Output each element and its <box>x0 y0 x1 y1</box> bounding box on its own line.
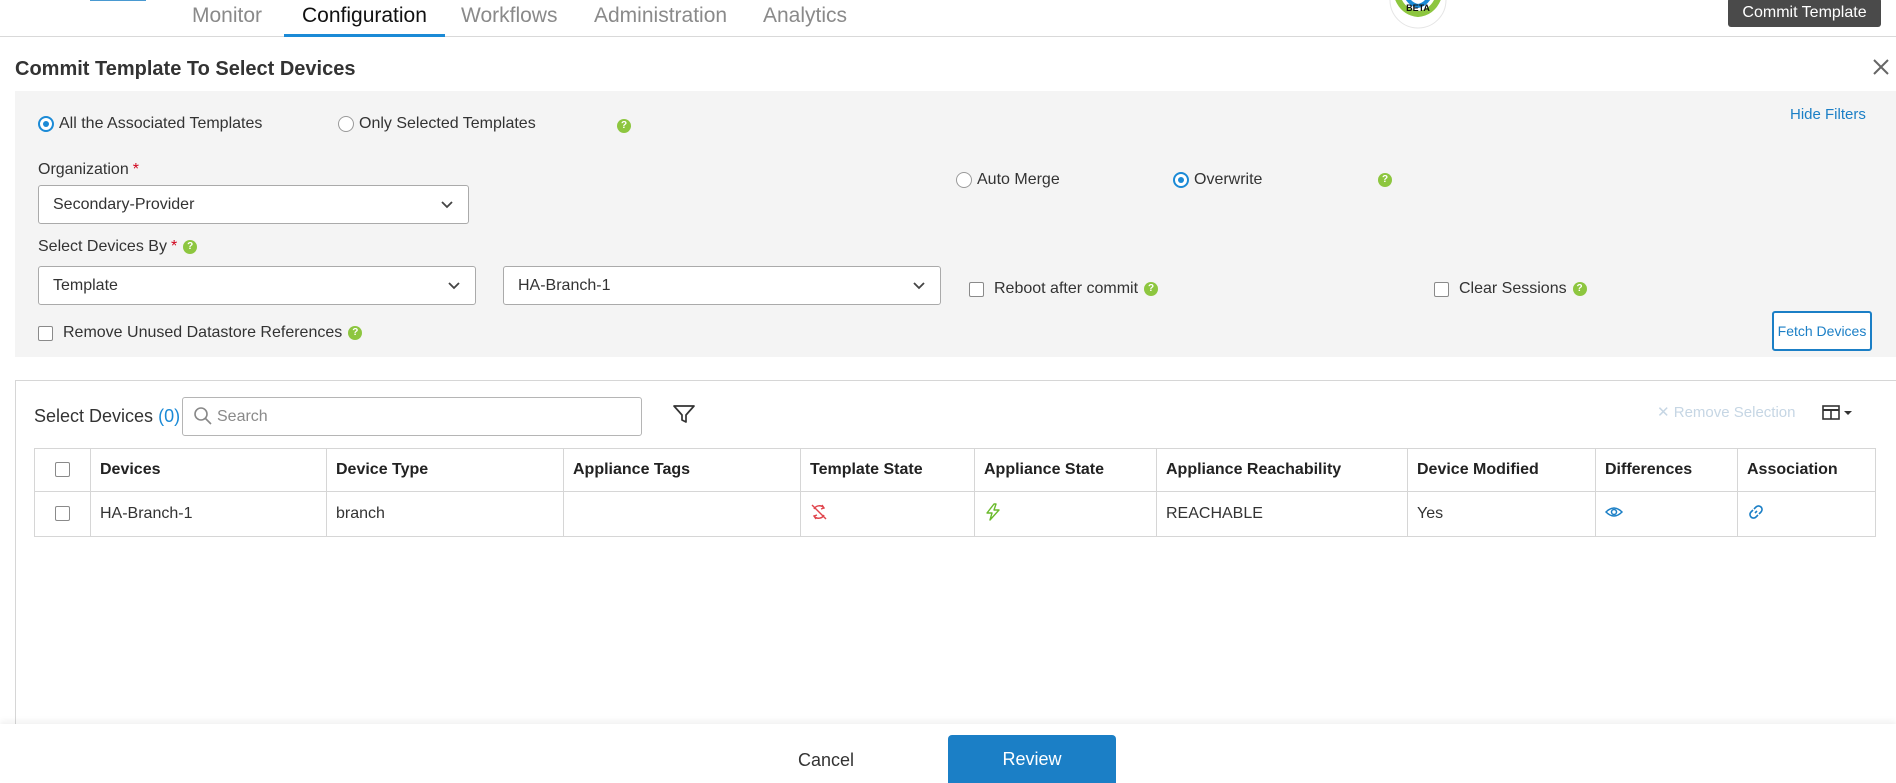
radio-dot[interactable] <box>1173 172 1189 188</box>
beta-label: BETA <box>1406 3 1430 13</box>
tab-administration[interactable]: Administration <box>594 3 727 37</box>
radio-dot[interactable] <box>956 172 972 188</box>
radio-label: Overwrite <box>1194 171 1263 188</box>
help-icon[interactable]: ? <box>1572 282 1587 296</box>
filter-panel <box>15 91 1896 357</box>
filter-icon[interactable] <box>672 403 696 425</box>
cancel-button[interactable]: Cancel <box>780 746 872 774</box>
tab-configuration[interactable]: Configuration <box>284 3 445 37</box>
select-devices-title: Select Devices (0) <box>34 406 181 426</box>
tab-workflows[interactable]: Workflows <box>461 3 557 37</box>
top-navigation: Monitor Configuration Workflows Administ… <box>0 0 1896 37</box>
search-icon <box>194 407 212 425</box>
checkbox-box[interactable] <box>38 325 53 341</box>
search-placeholder: Search <box>217 408 268 425</box>
device-type-cell: branch <box>326 491 564 537</box>
link-icon[interactable] <box>1747 503 1765 521</box>
checkbox-box[interactable] <box>969 281 984 297</box>
selected-count: (0) <box>158 406 181 426</box>
column-header-association[interactable]: Association <box>1737 448 1876 492</box>
devices-table: Devices Device Type Appliance Tags Templ… <box>34 448 1876 537</box>
column-header-device-modified[interactable]: Device Modified <box>1407 448 1596 492</box>
column-header-devices[interactable]: Devices <box>90 448 327 492</box>
help-icon[interactable]: ? <box>348 326 363 340</box>
reachability-cell: REACHABLE <box>1156 491 1408 537</box>
radio-dot[interactable] <box>38 116 54 132</box>
search-input[interactable]: Search <box>182 397 642 436</box>
fetch-devices-button[interactable]: Fetch Devices <box>1772 311 1872 351</box>
checkbox-label: Remove Unused Datastore References <box>63 324 343 341</box>
device-name-cell: HA-Branch-1 <box>90 491 327 537</box>
chevron-down-icon <box>448 282 460 290</box>
organization-value: Secondary-Provider <box>53 196 195 213</box>
column-toggle-icon[interactable] <box>1822 403 1854 423</box>
commit-template-button[interactable]: Commit Template <box>1728 0 1881 27</box>
table-row[interactable]: HA-Branch-1 branch REACHABLE Yes <box>34 491 1876 537</box>
radio-auto-merge[interactable]: Auto Merge <box>956 171 1060 189</box>
radio-only-selected-templates[interactable]: Only Selected Templates <box>338 115 536 133</box>
radio-dot[interactable] <box>338 116 354 132</box>
table-header-row: Devices Device Type Appliance Tags Templ… <box>34 448 1876 492</box>
column-header-appliance-state[interactable]: Appliance State <box>974 448 1157 492</box>
association-cell <box>1737 491 1876 537</box>
radio-label: Only Selected Templates <box>359 115 536 132</box>
close-icon[interactable] <box>1870 56 1892 78</box>
row-select-cell <box>34 491 91 537</box>
column-header-differences[interactable]: Differences <box>1595 448 1738 492</box>
select-devices-by-select[interactable]: Template <box>38 266 476 305</box>
radio-all-associated-templates[interactable]: All the Associated Templates <box>38 115 262 133</box>
close-icon: ✕ <box>1657 404 1670 421</box>
select-all-checkbox[interactable] <box>55 462 70 478</box>
radio-label: Auto Merge <box>977 171 1060 188</box>
row-checkbox[interactable] <box>55 506 70 522</box>
beta-badge: BETA <box>1389 0 1447 29</box>
column-header-appliance-reachability[interactable]: Appliance Reachability <box>1156 448 1408 492</box>
devices-panel <box>15 380 1896 780</box>
chevron-down-icon <box>913 282 925 290</box>
template-value: HA-Branch-1 <box>518 277 611 294</box>
tab-analytics[interactable]: Analytics <box>763 3 847 37</box>
select-devices-by-value: Template <box>53 277 118 294</box>
checkbox-label: Clear Sessions <box>1459 280 1567 297</box>
select-all-cell <box>34 448 91 492</box>
radio-label: All the Associated Templates <box>59 115 263 132</box>
tab-monitor[interactable]: Monitor <box>192 3 262 37</box>
organization-select[interactable]: Secondary-Provider <box>38 185 469 224</box>
device-modified-cell: Yes <box>1407 491 1596 537</box>
column-header-appliance-tags[interactable]: Appliance Tags <box>563 448 801 492</box>
organization-label: Organization * <box>38 161 139 178</box>
eye-icon[interactable] <box>1604 505 1624 519</box>
lightning-icon <box>986 502 1000 521</box>
radio-overwrite[interactable]: Overwrite <box>1173 171 1262 189</box>
checkbox-label: Reboot after commit <box>994 280 1139 297</box>
template-state-cell <box>800 491 975 537</box>
chevron-down-icon <box>441 201 453 209</box>
column-header-template-state[interactable]: Template State <box>800 448 975 492</box>
differences-cell <box>1595 491 1738 537</box>
help-icon[interactable]: ? <box>1144 282 1159 296</box>
remove-unused-datastore-checkbox[interactable]: Remove Unused Datastore References ? <box>38 324 363 342</box>
help-icon[interactable]: ? <box>1378 173 1392 187</box>
appliance-tags-cell <box>563 491 801 537</box>
appliance-state-cell <box>974 491 1157 537</box>
help-icon[interactable]: ? <box>183 239 198 254</box>
dialog-title: Commit Template To Select Devices <box>15 58 356 80</box>
checkbox-box[interactable] <box>1434 281 1449 297</box>
brand-logo <box>90 0 146 1</box>
select-devices-by-label: Select Devices By *? <box>38 238 198 256</box>
review-button[interactable]: Review <box>948 735 1116 783</box>
reboot-after-commit-checkbox[interactable]: Reboot after commit ? <box>969 280 1159 298</box>
template-select[interactable]: HA-Branch-1 <box>503 266 941 305</box>
remove-selection-button[interactable]: ✕ Remove Selection <box>1657 403 1795 421</box>
sync-disabled-icon <box>811 504 827 519</box>
hide-filters-link[interactable]: Hide Filters <box>1790 106 1866 123</box>
column-header-device-type[interactable]: Device Type <box>326 448 564 492</box>
help-icon[interactable]: ? <box>617 119 631 133</box>
clear-sessions-checkbox[interactable]: Clear Sessions ? <box>1434 280 1587 298</box>
